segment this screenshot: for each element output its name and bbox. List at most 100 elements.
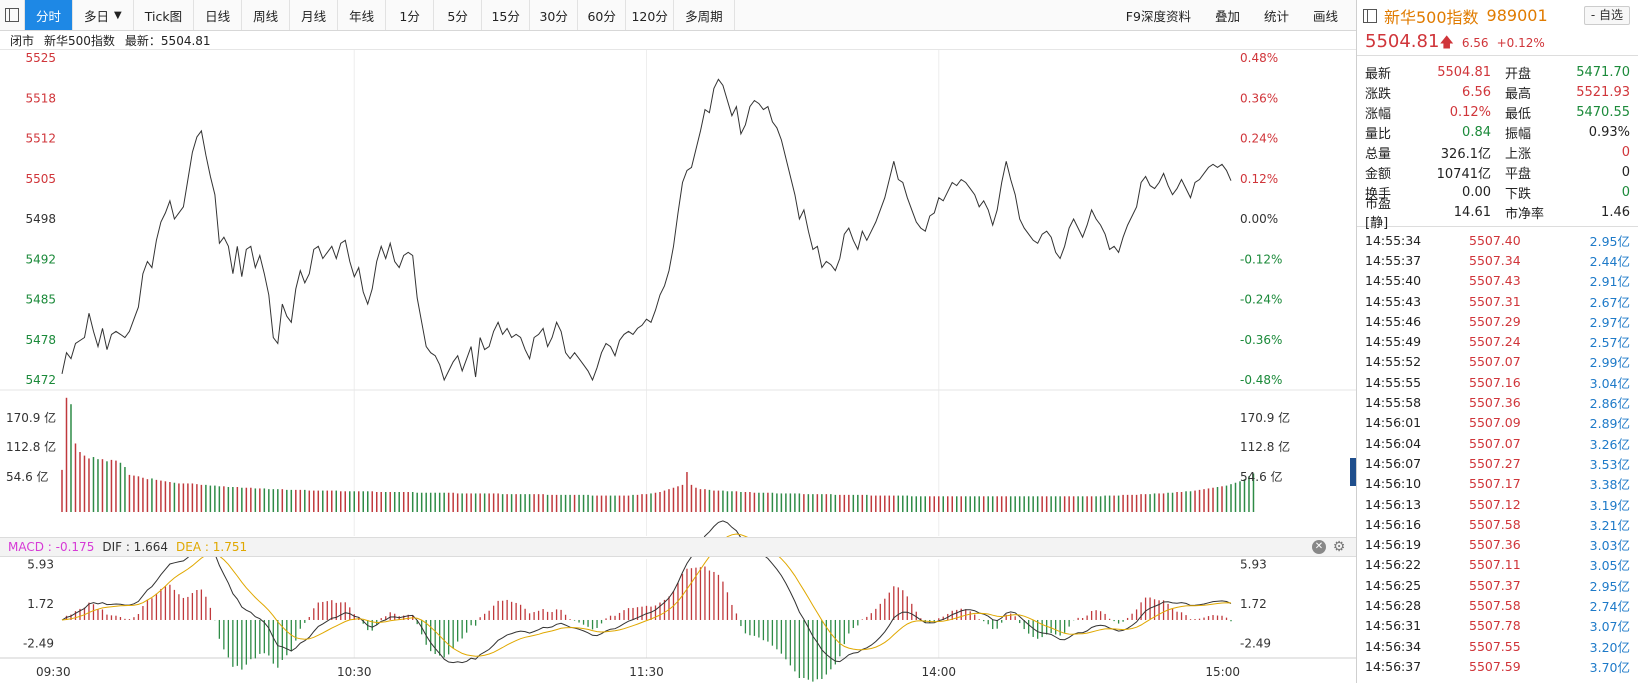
tick-row: 14:55:43 5507.31 2.67亿 [1365,291,1630,311]
remove-watchlist-button[interactable]: - 自选 [1583,6,1630,25]
stat-value: 0 [1621,144,1630,160]
tick-volume: 2.91亿 [1589,274,1630,290]
tab-5min[interactable]: 5分 [434,0,483,30]
volume-axis: 170.9 亿 170.9 亿 112.8 亿 112.8 亿 54.6 亿 54.6 亿 [6,410,1290,484]
tick-volume: 3.07亿 [1589,619,1630,635]
stat-label: 金额 [1365,166,1392,182]
stat-label: 最高 [1505,86,1532,102]
close-icon[interactable]: ✕ [1312,540,1326,554]
tab-15min[interactable]: 15分 [482,0,531,30]
stat-label: 量比 [1365,126,1392,142]
status-line: 闭市 新华500指数 最新：5504.81 [0,31,1356,50]
stat-value: 0.84 [1462,124,1491,140]
market-state: 闭市 [10,33,35,48]
tick-time: 14:56:37 [1365,658,1422,674]
price-tick-label: 5485 [25,293,56,307]
tab-yearly[interactable]: 年线 [338,0,387,30]
percent-tick-label: -0.12% [1240,252,1282,266]
draw-line-button[interactable]: 画线 [1301,0,1356,30]
tick-time: 14:56:13 [1365,496,1422,512]
tick-time: 14:56:10 [1365,476,1422,492]
tick-price: 5507.17 [1469,476,1521,492]
tick-time: 14:56:04 [1365,435,1422,451]
stat-label: 下跌 [1505,186,1532,202]
macd-header: MACD : -0.175 DIF : 1.664 DEA : 1.751 ✕ … [0,537,1356,557]
tick-row: 14:56:31 5507.78 3.07亿 [1365,616,1630,636]
macd-tick-label: -2.49 [1240,636,1271,650]
tick-time: 14:55:46 [1365,313,1422,329]
percent-tick-label: 0.12% [1240,172,1278,186]
tick-time: 14:55:34 [1365,232,1422,248]
percent-tick-label: -0.36% [1240,333,1282,347]
statistics-button[interactable]: 统计 [1252,0,1301,30]
tick-time: 14:56:25 [1365,577,1422,593]
tick-volume: 3.04亿 [1589,375,1630,391]
price-tick-label: 5505 [25,172,56,186]
quote-price-line: 5504.81🡅 6.56 +0.12% [1357,31,1638,52]
tick-price: 5507.34 [1469,252,1521,268]
volume-tick-label: 112.8 亿 [6,439,56,454]
caret-down-icon: ▼ [114,9,122,21]
tick-row: 14:56:04 5507.07 3.26亿 [1365,433,1630,453]
stats-table: 最新 5504.81 开盘 5471.70 涨跌 6.56 最高 5521.93 涨幅 0.12%… [1357,56,1638,232]
layout-toggle-icon[interactable] [0,0,25,30]
tick-time: 14:56:19 [1365,537,1422,553]
tick-row: 14:56:07 5507.27 3.53亿 [1365,453,1630,473]
tick-price: 5507.55 [1469,638,1521,654]
intraday-chart[interactable]: 5525 5518 5512 5505 5498 5492 5485 5478 5472 0.4… [0,50,1356,683]
volume-tick-label: 170.9 亿 [6,410,56,425]
tab-60min[interactable]: 60分 [578,0,627,30]
price-tick-label: 5472 [25,373,56,387]
macd-tick-label: 1.72 [27,597,54,611]
tab-multiday[interactable]: 多日 ▼ [73,0,134,30]
stat-label: 市净率 [1505,206,1545,222]
tick-time: 14:56:01 [1365,415,1422,431]
tick-list[interactable]: 14:55:34 5507.40 2.95亿 14:55:37 5507.34 2.44亿… [1357,226,1638,677]
tick-price: 5507.07 [1469,354,1521,370]
tick-price: 5507.36 [1469,395,1521,411]
tick-row: 14:55:52 5507.07 2.99亿 [1365,352,1630,372]
tab-weekly[interactable]: 周线 [242,0,291,30]
percent-tick-label: 0.24% [1240,132,1278,146]
tick-price: 5507.78 [1469,618,1521,634]
tick-volume: 2.74亿 [1589,598,1630,614]
panel-pct: +0.12% [1496,36,1545,50]
tick-volume: 2.86亿 [1589,396,1630,412]
tab-30min[interactable]: 30分 [530,0,579,30]
tick-time: 14:56:22 [1365,557,1422,573]
stat-label: 振幅 [1505,126,1532,142]
stat-label: 涨跌 [1365,86,1392,102]
tick-row: 14:56:34 5507.55 3.20亿 [1365,636,1630,656]
tab-tick[interactable]: Tick图 [134,0,195,30]
panel-toggle-icon[interactable] [1363,8,1377,23]
tick-time: 14:55:43 [1365,293,1422,309]
tick-price: 5507.59 [1469,658,1521,674]
tick-volume: 3.21亿 [1589,517,1630,533]
tab-fenshi[interactable]: 分时 [25,0,74,30]
tick-row: 14:56:19 5507.36 3.03亿 [1365,534,1630,554]
dea-value: DEA : 1.751 [176,540,248,554]
volume-tick-label: 112.8 亿 [1240,439,1290,454]
price-tick-label: 5512 [25,132,56,146]
tick-volume: 3.19亿 [1589,497,1630,513]
time-axis: 09:30 10:30 11:30 14:00 15:00 [36,665,1240,679]
tab-120min[interactable]: 120分 [626,0,675,30]
tick-volume: 3.38亿 [1589,477,1630,493]
f9-button[interactable]: F9深度资料 [1114,0,1203,30]
tab-1min[interactable]: 1分 [386,0,435,30]
stat-label: 开盘 [1505,66,1532,82]
overlay-button[interactable]: 叠加 [1203,0,1252,30]
tab-multiperiod[interactable]: 多周期 [674,0,735,30]
tab-daily[interactable]: 日线 [194,0,243,30]
stat-value: 0 [1621,184,1630,200]
tick-price: 5507.43 [1469,273,1521,289]
tab-monthly[interactable]: 月线 [290,0,339,30]
volume-tick-label: 54.6 亿 [1240,469,1283,484]
gear-icon[interactable]: ⚙ [1332,540,1346,554]
tick-time: 14:55:40 [1365,273,1422,289]
stat-label: 最新 [1365,66,1392,82]
macd-tick-label: 1.72 [1240,597,1267,611]
tick-row: 14:55:49 5507.24 2.57亿 [1365,331,1630,351]
stat-value: 0 [1621,164,1630,180]
quote-header: 新华500指数 989001 - 自选 [1357,0,1638,31]
